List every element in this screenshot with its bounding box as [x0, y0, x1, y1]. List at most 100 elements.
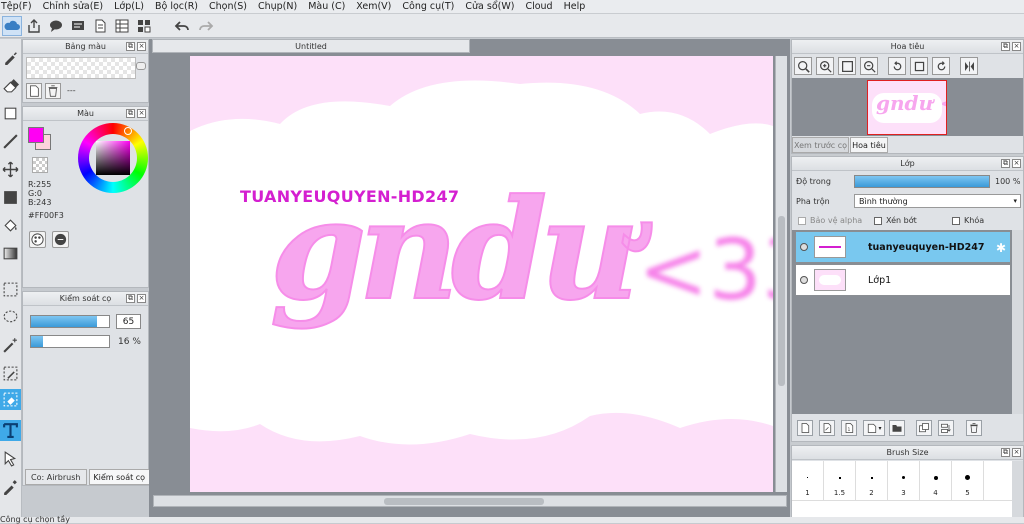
layer-menu-icon[interactable]: ▾ [863, 420, 885, 436]
folder-icon[interactable] [889, 420, 905, 436]
navigator-thumbnail[interactable]: gndư <3 [867, 80, 947, 135]
menu-color[interactable]: Màu (C) [308, 1, 345, 12]
color-wheel[interactable] [78, 123, 148, 193]
clipping-checkbox[interactable]: Xén bớt [874, 216, 917, 225]
brush-size-cell[interactable]: 2 [856, 461, 888, 501]
new-1bit-layer-icon[interactable]: 1 [841, 420, 857, 436]
transparent-color-swatch[interactable] [32, 157, 48, 173]
grid-icon[interactable] [134, 16, 154, 36]
protect-alpha-checkbox[interactable]: Bảo vệ alpha [798, 216, 862, 225]
eraser-tool-icon[interactable] [0, 75, 21, 96]
document-tab[interactable]: Untitled [152, 39, 470, 53]
hue-handle[interactable] [124, 127, 132, 135]
panel-close-icon[interactable]: × [1012, 159, 1021, 168]
rotate-left-icon[interactable] [888, 57, 906, 75]
lock-checkbox[interactable]: Khóa [952, 216, 984, 225]
panel-close-icon[interactable]: × [1012, 448, 1021, 457]
select-rect-tool-icon[interactable] [0, 279, 21, 300]
gradient-tool-icon[interactable] [0, 243, 21, 264]
menu-select[interactable]: Chọn(S) [209, 1, 247, 12]
blend-mode-select[interactable]: Bình thường ▾ [854, 194, 1021, 208]
delete-layer-icon[interactable] [966, 420, 982, 436]
tab-navigator[interactable]: Hoa tiêu [850, 137, 888, 153]
horizontal-scrollbar[interactable] [153, 495, 787, 507]
comment-icon[interactable] [68, 16, 88, 36]
layer-list-scrollbar[interactable] [1012, 230, 1023, 414]
saturation-square[interactable] [96, 141, 130, 175]
new-palette-icon[interactable] [26, 83, 42, 99]
export-icon[interactable] [24, 16, 44, 36]
layer-row[interactable]: tuanyeuquyen-HD247 ✱ [795, 231, 1011, 263]
color-palette-icon[interactable] [29, 231, 46, 248]
lasso-tool-icon[interactable] [0, 307, 21, 328]
panel-detach-icon[interactable]: ⧉ [1001, 448, 1010, 457]
tab-airbrush[interactable]: Co: Airbrush [25, 469, 87, 485]
brush-size-scrollbar[interactable] [1012, 461, 1023, 517]
panel-close-icon[interactable]: × [137, 294, 146, 303]
move-tool-icon[interactable] [0, 159, 21, 180]
undo-icon[interactable] [172, 16, 192, 36]
panel-close-icon[interactable]: × [1012, 42, 1021, 51]
menu-file[interactable]: Tệp(F) [1, 1, 32, 12]
menu-window[interactable]: Cửa sổ(W) [465, 1, 514, 12]
panel-detach-icon[interactable]: ⧉ [1001, 159, 1010, 168]
gear-icon[interactable]: ✱ [996, 241, 1006, 255]
fit-window-icon[interactable] [838, 57, 856, 75]
dropper-tool-icon[interactable] [0, 476, 21, 497]
panel-close-icon[interactable]: × [137, 109, 146, 118]
menu-cloud[interactable]: Cloud [525, 1, 552, 12]
redo-icon[interactable] [196, 16, 216, 36]
select-eraser-tool-icon[interactable] [0, 389, 21, 410]
eye-icon[interactable] [800, 276, 808, 284]
text-tool-icon[interactable] [0, 420, 21, 441]
tab-brush-preview[interactable]: Xem trước cọ [792, 137, 849, 153]
menu-filter[interactable]: Bộ lọc(R) [155, 1, 198, 12]
brush-size-cell[interactable]: 5 [952, 461, 984, 501]
layer-opacity-slider[interactable] [854, 175, 990, 188]
brush-tool-icon[interactable] [0, 47, 21, 68]
line-tool-icon[interactable] [0, 131, 21, 152]
eye-icon[interactable] [800, 243, 808, 251]
palette-scroll-handle[interactable] [136, 62, 146, 70]
bucket-tool-icon[interactable] [0, 215, 21, 236]
new-layer-icon[interactable] [797, 420, 813, 436]
zoom-in-icon[interactable] [816, 57, 834, 75]
select-pen-tool-icon[interactable] [0, 363, 21, 384]
flip-icon[interactable] [960, 57, 978, 75]
menu-tools[interactable]: Công cụ(T) [402, 1, 454, 12]
canvas[interactable]: TUANYEUQUYEN-HD247 gndư <33 [190, 56, 773, 492]
document-icon[interactable] [90, 16, 110, 36]
layer-row[interactable]: Lớp1 [795, 264, 1011, 296]
menu-help[interactable]: Help [564, 1, 586, 12]
merge-down-icon[interactable] [938, 420, 954, 436]
panel-detach-icon[interactable]: ⧉ [126, 294, 135, 303]
rectangle-tool-icon[interactable] [0, 103, 21, 124]
panel-detach-icon[interactable]: ⧉ [126, 109, 135, 118]
tab-brush-control[interactable]: Kiểm soát cọ [88, 469, 150, 485]
vertical-scroll-thumb[interactable] [778, 216, 785, 386]
opacity-slider[interactable] [30, 335, 110, 348]
menu-view[interactable]: Xem(V) [356, 1, 391, 12]
brush-size-cell[interactable]: 1.5 [824, 461, 856, 501]
foreground-color-swatch[interactable] [28, 127, 44, 143]
table-icon[interactable] [112, 16, 132, 36]
chat-icon[interactable] [46, 16, 66, 36]
new-vector-layer-icon[interactable] [819, 420, 835, 436]
panel-detach-icon[interactable]: ⧉ [1001, 42, 1010, 51]
menu-edit[interactable]: Chỉnh sửa(E) [43, 1, 104, 12]
magic-wand-tool-icon[interactable] [0, 335, 21, 356]
brush-size-cell[interactable]: 1 [792, 461, 824, 501]
copy-layer-icon[interactable] [916, 420, 932, 436]
rotate-right-icon[interactable] [932, 57, 950, 75]
panel-close-icon[interactable]: × [137, 42, 146, 51]
horizontal-scroll-thumb[interactable] [384, 498, 544, 505]
zoom-fit-icon[interactable] [794, 57, 812, 75]
operation-tool-icon[interactable] [0, 448, 21, 469]
color-mixer-icon[interactable] [52, 231, 69, 248]
menu-capture[interactable]: Chụp(N) [258, 1, 297, 12]
palette-swatch-area[interactable] [26, 57, 136, 79]
brush-size-cell[interactable]: 4 [920, 461, 952, 501]
vertical-scrollbar[interactable] [775, 56, 787, 492]
panel-detach-icon[interactable]: ⧉ [126, 42, 135, 51]
brush-size-cell[interactable]: 3 [888, 461, 920, 501]
